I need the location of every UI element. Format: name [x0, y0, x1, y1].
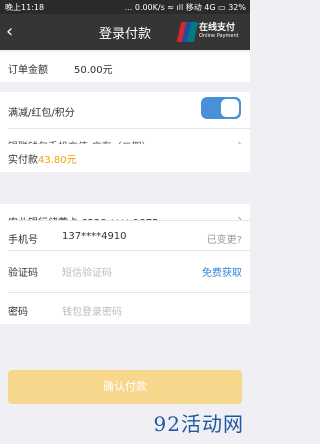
order-amount-value: 50.00元	[74, 65, 113, 76]
get-code-button[interactable]: 免费获取	[202, 264, 242, 279]
discount-toggle[interactable]	[201, 97, 241, 119]
divider	[8, 220, 250, 221]
actual-payment-row: 实付款43.80元	[0, 144, 250, 172]
code-row: 验证码 短信验证码 免费获取	[0, 250, 250, 292]
status-time: 晚上11:18	[5, 3, 45, 12]
unionpay-card-icon	[176, 22, 199, 42]
password-input[interactable]: 钱包登录密码	[62, 303, 122, 318]
discount-label: 满减/红包/积分	[8, 108, 75, 119]
divider	[8, 128, 250, 129]
logo-subtext: Online Payment	[199, 33, 239, 39]
divider	[8, 250, 250, 251]
nav-bar: ‹ 登录付款 在线支付 Online Payment	[0, 14, 250, 50]
toggle-knob	[221, 99, 239, 117]
phone-change-link[interactable]: 已变更?	[207, 231, 242, 246]
unionpay-logo: 在线支付 Online Payment	[176, 19, 244, 45]
password-row: 密码 钱包登录密码	[0, 292, 250, 324]
confirm-payment-button[interactable]: 确认付款	[8, 370, 242, 404]
discount-row: 满减/红包/积分	[0, 92, 250, 128]
phone-row: 手机号 137****4910 已变更?	[0, 220, 250, 250]
code-label: 验证码	[8, 268, 38, 279]
phone-label: 手机号	[8, 235, 38, 246]
order-amount-label: 订单金额	[8, 65, 48, 76]
order-amount-row: 订单金额 50.00元	[0, 52, 250, 82]
phone-value: 137****4910	[62, 231, 127, 242]
watermark: 92活动网	[153, 412, 244, 436]
actual-payment-label: 实付款43.80元	[8, 155, 77, 166]
status-indicators: ... 0.00K/s ≈ ıll 移动 4G ▭ 32%	[124, 3, 246, 12]
logo-text: 在线支付	[199, 23, 236, 33]
password-label: 密码	[8, 307, 28, 318]
code-input[interactable]: 短信验证码	[62, 264, 112, 279]
divider	[8, 292, 250, 293]
actual-payment-amount: 43.80元	[38, 155, 77, 166]
status-bar: 晚上11:18 ... 0.00K/s ≈ ıll 移动 4G ▭ 32%	[0, 0, 250, 14]
